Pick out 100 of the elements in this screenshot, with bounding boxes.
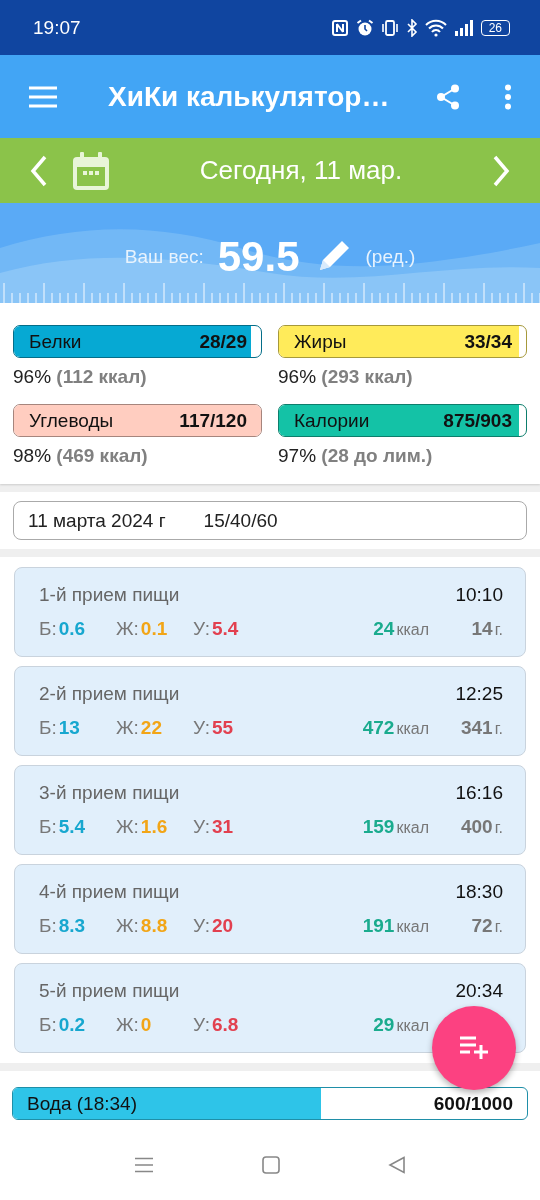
meal-weight: 341 — [460, 717, 493, 739]
macro-label: Б: — [39, 618, 57, 640]
macro-label: Ж: — [116, 915, 139, 937]
nutrient-value: 28/29 — [199, 330, 247, 353]
meal-card[interactable]: 5-й прием пищи 20:34 Б:0.2 Ж:0 У:6.8 29ккал — [14, 963, 526, 1053]
macro-value: 55 — [211, 717, 234, 739]
macro-value: 8.8 — [140, 915, 168, 937]
water-value: 600/1000 — [433, 1092, 513, 1115]
share-icon[interactable] — [436, 83, 460, 110]
meal-time: 20:34 — [455, 980, 503, 1002]
day-date: 11 марта 2024 г — [28, 509, 166, 532]
weight-value: 59.5 — [217, 233, 300, 281]
meal-kcal: 159 — [362, 816, 395, 838]
macro-value: 0.1 — [140, 618, 168, 640]
macro-value: 13 — [58, 717, 80, 739]
macro-label: Б: — [39, 1014, 57, 1036]
macro-value: 20 — [211, 915, 234, 937]
nutrient-name: Углеводы — [29, 409, 114, 432]
nutrient-summary: 97% (28 до лим.) — [278, 445, 434, 467]
nutrient-summary: 96% (293 ккал) — [278, 366, 414, 388]
meal-weight: 14 — [471, 618, 493, 640]
meal-kcal: 472 — [362, 717, 395, 739]
more-options-icon[interactable] — [504, 83, 512, 110]
meal-weight: 72 — [471, 915, 493, 937]
macro-value: 22 — [140, 717, 162, 739]
meal-name: 2-й прием пищи — [39, 683, 180, 705]
recent-apps-icon[interactable] — [134, 1157, 154, 1173]
calendar-icon[interactable] — [72, 150, 110, 191]
weight-unit: г. — [494, 621, 503, 639]
nutrient-value: 117/120 — [179, 409, 247, 432]
meal-card[interactable]: 1-й прием пищи 10:10 Б:0.6 Ж:0.1 У:5.4 24ккал 14г. — [14, 567, 526, 657]
macro-label: Ж: — [116, 717, 139, 739]
meal-card[interactable]: 4-й прием пищи 18:30 Б:8.3 Ж:8.8 У:20 191ккал 72 г. — [14, 864, 526, 954]
macro-label: У: — [193, 816, 210, 838]
meal-time: 12:25 — [455, 683, 503, 705]
meal-weight: 400 — [460, 816, 493, 838]
weight-unit: г. — [494, 819, 503, 837]
kcal-unit: ккал — [396, 918, 429, 936]
macro-value: 5.4 — [211, 618, 239, 640]
app-title: ХиКи калькулятор… — [108, 80, 391, 113]
meal-name: 1-й прием пищи — [39, 584, 180, 606]
kcal-unit: ккал — [396, 720, 429, 738]
macro-label: Ж: — [116, 618, 139, 640]
macro-label: У: — [193, 717, 210, 739]
wifi-icon — [424, 18, 447, 37]
macro-label: У: — [193, 915, 210, 937]
water-bar[interactable]: Вода (18:34) 600/1000 — [12, 1087, 528, 1120]
previous-day-icon[interactable] — [30, 154, 48, 187]
next-day-icon[interactable] — [492, 154, 510, 187]
meal-time: 16:16 — [455, 782, 503, 804]
meal-card[interactable]: 3-й прием пищи 16:16 Б:5.4 Ж:1.6 У:31 159ккал 400 г. — [14, 765, 526, 855]
macro-value: 5.4 — [58, 816, 86, 838]
macro-value: 6.8 — [211, 1014, 239, 1036]
status-time: 19:07 — [33, 16, 81, 39]
nutrient-summary: 98% (469 ккал) — [13, 445, 149, 467]
day-ratio: 15/40/60 — [203, 509, 278, 532]
nutrient-summary: 96% (112 ккал) — [13, 366, 148, 388]
meal-kcal: 191 — [362, 915, 395, 937]
water-label: Вода (18:34) — [27, 1092, 137, 1115]
meal-name: 4-й прием пищи — [39, 881, 180, 903]
nutrient-value: 33/34 — [464, 330, 512, 353]
macro-label: Ж: — [116, 1014, 139, 1036]
meal-time: 10:10 — [455, 584, 503, 606]
back-icon[interactable] — [388, 1156, 406, 1174]
weight-unit: г. — [494, 720, 503, 738]
home-icon[interactable] — [262, 1156, 280, 1174]
macro-value: 0 — [140, 1014, 152, 1036]
weight-unit: г. — [494, 918, 503, 936]
macro-label: У: — [193, 1014, 210, 1036]
nutrient-value: 875/903 — [443, 409, 512, 432]
kcal-unit: ккал — [396, 1017, 429, 1035]
macro-label: Б: — [39, 915, 57, 937]
macro-value: 1.6 — [140, 816, 168, 838]
weight-label: Ваш вес: — [124, 246, 204, 268]
vibrate-icon — [380, 18, 399, 37]
macro-value: 0.6 — [58, 618, 86, 640]
macro-label: У: — [193, 618, 210, 640]
kcal-unit: ккал — [396, 621, 429, 639]
nutrient-name: Белки — [29, 330, 82, 353]
macro-label: Б: — [39, 816, 57, 838]
nutrient-name: Жиры — [294, 330, 347, 353]
meal-card[interactable]: 2-й прием пищи 12:25 Б:13 Ж:22 У:55 472ккал 341 г. — [14, 666, 526, 756]
meal-kcal: 29 — [373, 1014, 395, 1036]
meal-kcal: 24 — [373, 618, 395, 640]
battery-indicator: 26 — [480, 19, 510, 36]
nfc-icon — [330, 18, 349, 37]
macro-value: 8.3 — [58, 915, 86, 937]
day-info-field[interactable]: 11 марта 2024 г 15/40/60 — [13, 501, 527, 540]
kcal-unit: ккал — [396, 819, 429, 837]
macro-label: Б: — [39, 717, 57, 739]
macro-value: 0.2 — [58, 1014, 86, 1036]
add-list-icon — [459, 1035, 489, 1061]
nutrient-name: Калории — [294, 409, 370, 432]
bluetooth-icon — [405, 18, 418, 37]
meal-name: 3-й прием пищи — [39, 782, 180, 804]
menu-icon[interactable] — [28, 84, 58, 109]
macro-label: Ж: — [116, 816, 139, 838]
macro-value: 31 — [211, 816, 234, 838]
signal-icon — [453, 18, 474, 37]
alarm-icon — [355, 18, 374, 37]
